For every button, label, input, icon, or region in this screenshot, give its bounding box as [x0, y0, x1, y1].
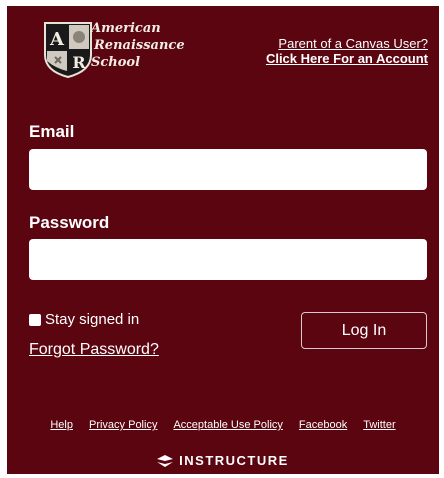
- password-field[interactable]: [29, 239, 427, 280]
- instructure-brand[interactable]: INSTRUCTURE: [7, 453, 439, 468]
- forgot-password-link[interactable]: Forgot Password?: [29, 341, 159, 359]
- school-crest-icon: A R: [44, 22, 92, 79]
- parent-link-line1[interactable]: Parent of a Canvas User?: [266, 36, 428, 51]
- school-name-line1: American: [91, 21, 161, 36]
- instructure-brand-text: INSTRUCTURE: [179, 453, 289, 468]
- stay-signed-in[interactable]: Stay signed in: [29, 311, 139, 328]
- instructure-logo-icon: [157, 454, 174, 467]
- footer-link-facebook[interactable]: Facebook: [299, 419, 347, 431]
- school-name-line2: Renaissance: [94, 38, 185, 53]
- school-name: American Renaissance School: [91, 20, 185, 71]
- email-field[interactable]: [29, 149, 427, 190]
- parent-link-line2[interactable]: Click Here For an Account: [266, 51, 428, 66]
- crest-letter-a: A: [49, 29, 65, 50]
- password-label: Password: [29, 213, 110, 232]
- crest-letter-r: R: [72, 53, 86, 72]
- footer-link-acceptable-use-policy[interactable]: Acceptable Use Policy: [173, 419, 282, 431]
- school-name-line3: School: [91, 55, 141, 70]
- email-label: Email: [29, 122, 75, 141]
- login-panel: A R American Renaissance School Parent o…: [7, 6, 439, 474]
- footer-link-help[interactable]: Help: [50, 419, 73, 431]
- footer-link-twitter[interactable]: Twitter: [363, 419, 395, 431]
- login-button[interactable]: Log In: [301, 312, 427, 349]
- footer-links: Help Privacy Policy Acceptable Use Polic…: [7, 419, 439, 431]
- stay-signed-in-label: Stay signed in: [45, 311, 140, 328]
- footer-link-privacy-policy[interactable]: Privacy Policy: [89, 419, 157, 431]
- parent-account-link[interactable]: Parent of a Canvas User? Click Here For …: [266, 36, 428, 66]
- school-logo: A R American Renaissance School: [34, 18, 204, 88]
- stay-signed-in-checkbox[interactable]: [29, 313, 41, 326]
